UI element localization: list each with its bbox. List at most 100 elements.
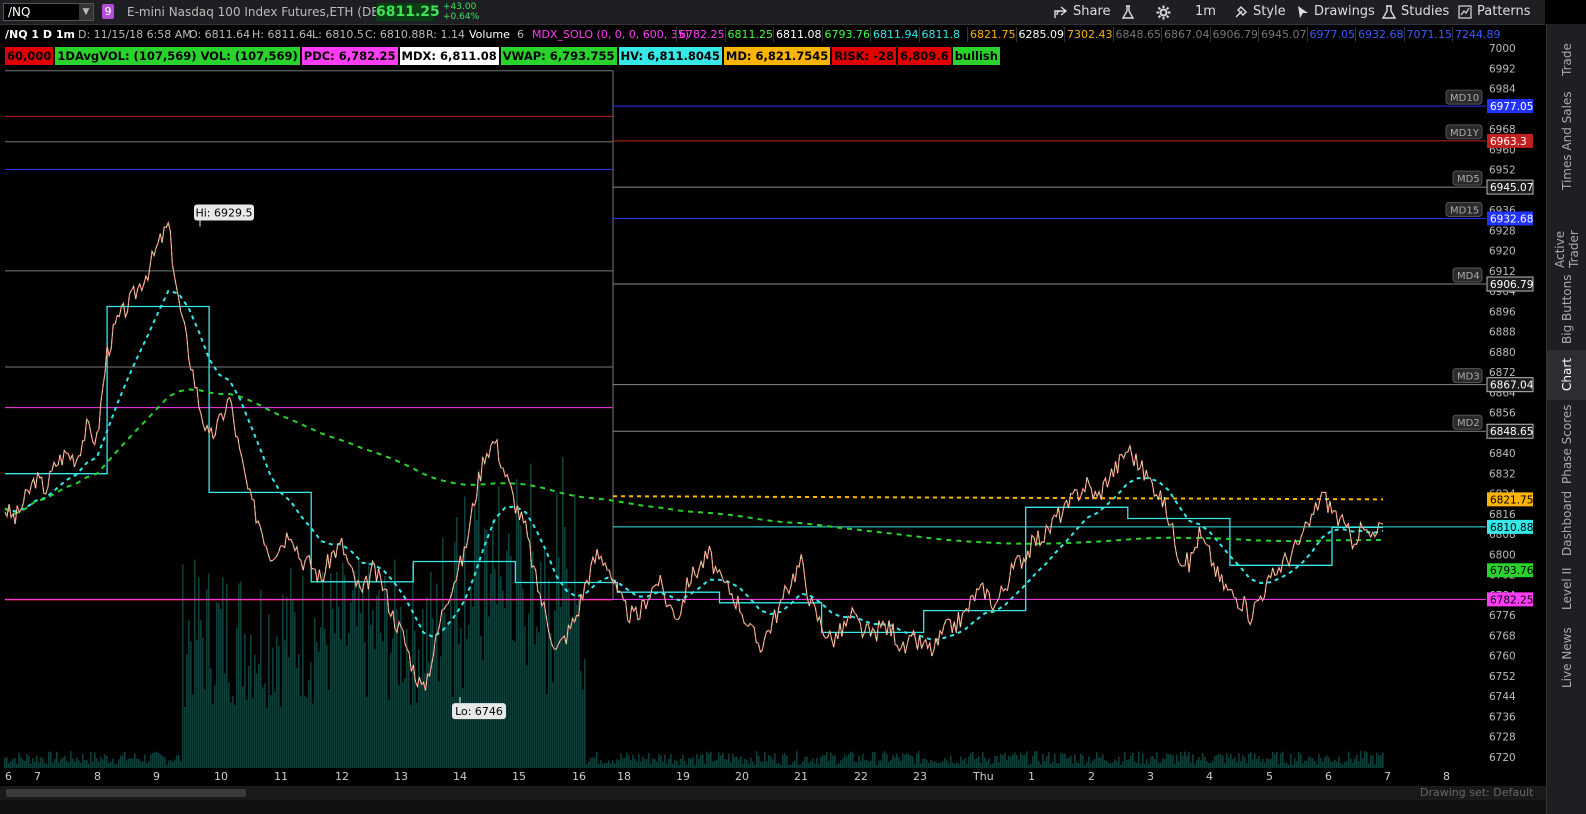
price-badge-label: 6906.79 — [1490, 279, 1533, 291]
sidebar-tab[interactable]: Active Trader — [1547, 192, 1586, 268]
horizontal-scrollbar[interactable] — [0, 786, 1546, 800]
price-tick: 6888 — [1489, 327, 1516, 339]
sidebar-tab[interactable]: Phase Scores — [1547, 400, 1586, 488]
level-lines — [5, 70, 1486, 601]
time-tick: 6 — [1325, 770, 1332, 783]
studies-button[interactable]: Studies — [1382, 0, 1449, 24]
sidebar-tab[interactable]: Chart — [1547, 350, 1586, 400]
time-tick: 5 — [1266, 770, 1273, 783]
time-tick: 6 — [5, 770, 12, 783]
patterns-icon — [1458, 5, 1472, 19]
price-tick: 6928 — [1489, 225, 1516, 237]
level-tag-label: MD5 — [1457, 174, 1480, 185]
time-tick: 20 — [735, 770, 749, 783]
level-tag: MD10 — [1445, 89, 1483, 105]
chevron-down-icon[interactable]: ▼ — [79, 4, 93, 20]
sidebar-tab[interactable]: Live News — [1547, 620, 1586, 696]
price-tick: 6768 — [1489, 630, 1516, 642]
time-tick: 21 — [794, 770, 808, 783]
price-badge-label: 6848.65 — [1490, 426, 1533, 438]
time-tick: 4 — [1206, 770, 1213, 783]
change-absolute: +43.00 — [443, 2, 477, 12]
time-tick: 11 — [274, 770, 288, 783]
step-average-line — [5, 305, 1383, 634]
top-toolbar: /NQ ▼ 9 E-mini Nasdaq 100 Index Futures,… — [0, 0, 1545, 25]
mdx-solo-label: MDX_SOLO (0, 0, 0, 600, 35) — [532, 28, 690, 41]
price-badge: 6848.65 — [1486, 423, 1534, 439]
drawings-label: Drawings — [1314, 4, 1375, 19]
mdx-value: 6793.76 — [821, 27, 873, 42]
sidebar-tab[interactable]: Big Buttons — [1547, 268, 1586, 350]
timeframe-label: 1m — [1195, 4, 1216, 19]
price-badge: 6963.3 — [1487, 133, 1533, 148]
quote-info-bar: /NQ 1 D 1m D: 11/15/18 6:58 AM O: 6811.6… — [0, 24, 1501, 44]
bar-low: L: 6810.5 — [312, 28, 364, 41]
cursor-icon — [1298, 6, 1308, 18]
price-badge: 6867.04 — [1486, 377, 1534, 393]
patterns-button[interactable]: Patterns — [1458, 0, 1531, 24]
time-tick: 18 — [617, 770, 631, 783]
drawing-set-label[interactable]: Drawing set: Default — [1420, 786, 1533, 800]
sidebar-tab[interactable]: Level II — [1547, 558, 1586, 620]
price-badge: 6793.76 — [1487, 563, 1534, 578]
time-tick: 19 — [676, 770, 690, 783]
mdx-value: 6848.65 — [1112, 27, 1164, 42]
price-tick: 7000 — [1489, 43, 1516, 55]
flask-icon — [1121, 5, 1135, 19]
price-tick: 6776 — [1489, 610, 1516, 622]
price-line — [4, 221, 1384, 691]
price-ticks: 7000699269846976696869606952694469366928… — [1489, 43, 1516, 764]
price-tick: 6880 — [1489, 347, 1516, 359]
price-tick: 6752 — [1489, 671, 1516, 683]
price-chart[interactable]: MD10 MD1Y MD5 MD15 MD4 MD3 MD2 Hi: 6929.5 Lo: 6… — [0, 44, 1486, 768]
share-button[interactable]: Share — [1054, 0, 1111, 24]
sidebar-tab[interactable]: Dashboard — [1547, 488, 1586, 558]
mdx-value: 7302.43 — [1064, 27, 1115, 42]
price-tick: 6800 — [1489, 549, 1516, 561]
gear-icon — [1156, 5, 1171, 19]
bar-date: D: 11/15/18 6:58 AM — [78, 28, 192, 41]
time-tick: 1 — [1028, 770, 1035, 783]
mdx-value: 6821.75 — [967, 27, 1018, 42]
style-button[interactable]: Style — [1234, 0, 1286, 24]
time-tick: 7 — [1384, 770, 1391, 783]
price-badge: 6977.05 — [1487, 99, 1533, 114]
price-change: +43.00 +0.64% — [443, 2, 479, 22]
time-tick: 2 — [1088, 770, 1095, 783]
symbol-input[interactable]: /NQ ▼ — [3, 3, 94, 21]
chart-title: /NQ 1 D 1m — [5, 28, 75, 41]
timeframe-button[interactable]: 1m — [1195, 0, 1216, 24]
level-tag-label: MD2 — [1457, 418, 1480, 429]
share-icon — [1054, 5, 1068, 18]
settings-button[interactable] — [1156, 0, 1171, 24]
mdx-value: 6932.68 — [1355, 27, 1406, 42]
link-group-badge[interactable]: 9 — [102, 4, 114, 19]
price-badge-label: 6977.05 — [1490, 101, 1533, 113]
price-tick: 6720 — [1489, 752, 1516, 764]
price-tick: 6984 — [1489, 84, 1516, 96]
time-tick: 8 — [1443, 770, 1450, 783]
time-axis[interactable]: 6 7 8 9 10 11 12 13 14 15 16 18 19 20 21 22 23 Thu 1 2 3 4 5 6 7… — [0, 768, 1486, 786]
sidebar-tab[interactable]: Times And Sales — [1547, 90, 1586, 192]
bar-range: R: 1.14 — [426, 28, 465, 41]
flask-button[interactable] — [1121, 0, 1135, 24]
sidebar-tab[interactable]: Trade — [1547, 30, 1586, 90]
time-tick: 22 — [854, 770, 868, 783]
price-scale[interactable]: 7000699269846976696869606952694469366928… — [1486, 24, 1546, 768]
time-tick: 14 — [453, 770, 467, 783]
patterns-label: Patterns — [1477, 4, 1531, 19]
scroll-thumb[interactable] — [6, 789, 246, 797]
price-badge-label: 6793.76 — [1490, 565, 1534, 577]
bar-close: C: 6810.88 — [365, 28, 426, 41]
price-badge: 6821.75 — [1487, 492, 1533, 507]
time-tick: 23 — [913, 770, 927, 783]
ema-line — [4, 289, 1384, 642]
drawings-button[interactable]: Drawings — [1297, 0, 1375, 24]
time-tick: 8 — [94, 770, 101, 783]
level-tag-label: MD4 — [1457, 271, 1480, 282]
hi-label: Hi: 6929.5 — [194, 204, 254, 227]
price-badge-label: 6810.88 — [1490, 522, 1533, 534]
price-badge: 6810.88 — [1487, 519, 1533, 534]
price-badge-label: 6821.75 — [1490, 494, 1533, 506]
share-label: Share — [1073, 4, 1111, 19]
